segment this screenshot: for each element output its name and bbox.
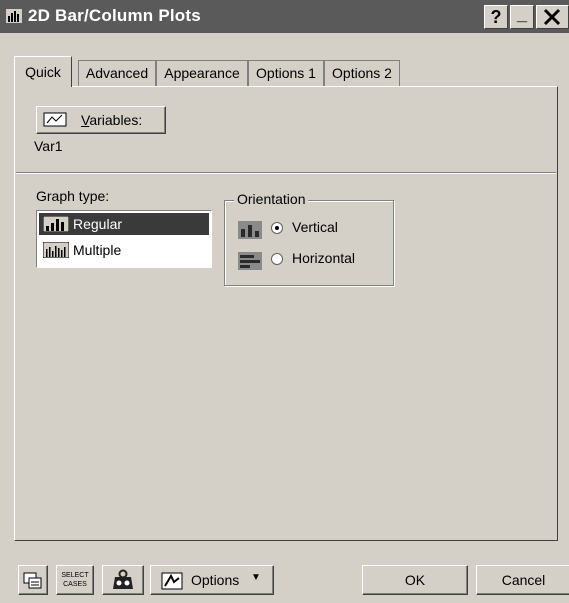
select-cases-button[interactable]: SELECT CASES xyxy=(56,565,94,595)
tab-options-1[interactable]: Options 1 xyxy=(248,60,324,86)
minimize-button[interactable]: _ xyxy=(510,5,534,29)
section-divider xyxy=(16,172,556,174)
regular-bar-icon xyxy=(43,216,69,232)
graph-type-label-text: Multiple xyxy=(73,242,122,258)
orientation-group xyxy=(224,200,394,286)
graph-type-regular[interactable]: Regular xyxy=(39,213,209,235)
layout-button[interactable] xyxy=(18,565,48,595)
graph-type-label-text: Regular xyxy=(73,216,123,232)
options-label: Options xyxy=(191,572,240,588)
bar-chart-app-icon xyxy=(6,9,22,23)
options-icon xyxy=(161,572,183,590)
orientation-label: Orientation xyxy=(234,191,309,207)
tab-label: Advanced xyxy=(85,65,149,81)
window-title: 2D Bar/Column Plots xyxy=(28,6,201,25)
vertical-radio[interactable] xyxy=(271,222,283,234)
layout-icon xyxy=(23,572,42,589)
selected-variable-value: Var1 xyxy=(34,138,63,154)
close-icon xyxy=(543,8,561,26)
horizontal-bars-icon xyxy=(238,252,262,270)
tab-appearance[interactable]: Appearance xyxy=(156,60,248,86)
tab-advanced[interactable]: Advanced xyxy=(78,60,156,86)
multiple-bar-icon xyxy=(43,242,69,258)
variables-icon xyxy=(43,112,67,127)
tab-label: Options 2 xyxy=(332,65,392,81)
vertical-label: Vertical xyxy=(292,219,338,235)
tab-quick[interactable]: Quick xyxy=(14,56,72,87)
tab-label: Appearance xyxy=(164,65,240,81)
minimize-icon: _ xyxy=(516,4,527,24)
graph-type-list[interactable]: Regular Multiple xyxy=(36,210,212,268)
horizontal-label: Horizontal xyxy=(292,250,356,266)
dialog-window: 2D Bar/Column Plots ? _ Quick Advanced A… xyxy=(0,0,569,603)
tab-label: Quick xyxy=(25,64,61,80)
help-button[interactable]: ? xyxy=(484,5,508,29)
title-bar[interactable]: 2D Bar/Column Plots ? _ xyxy=(0,0,569,33)
help-icon: ? xyxy=(490,7,502,27)
graph-type-label: Graph type: xyxy=(36,188,110,204)
close-button[interactable] xyxy=(536,5,569,29)
tab-options-2[interactable]: Options 2 xyxy=(324,60,400,86)
ok-label: OK xyxy=(404,572,426,588)
chevron-down-icon: ▼ xyxy=(251,572,261,583)
weight-button[interactable] xyxy=(102,565,144,595)
vertical-bars-icon xyxy=(238,221,262,239)
tab-label: Options 1 xyxy=(256,65,316,81)
cancel-label: Cancel xyxy=(501,572,546,588)
horizontal-radio[interactable] xyxy=(271,253,283,265)
graph-type-multiple[interactable]: Multiple xyxy=(39,239,209,261)
ok-button[interactable]: OK xyxy=(362,565,468,595)
variables-label: Variables: xyxy=(81,112,143,128)
select-cases-line2: CASES xyxy=(63,581,87,588)
options-button[interactable]: Options ▼ xyxy=(150,565,274,595)
quick-tab-panel xyxy=(14,86,558,541)
select-cases-line1: SELECT xyxy=(61,572,89,579)
cancel-button[interactable]: Cancel xyxy=(476,565,569,595)
variables-button[interactable]: Variables: xyxy=(36,106,166,134)
weight-icon xyxy=(113,569,133,589)
